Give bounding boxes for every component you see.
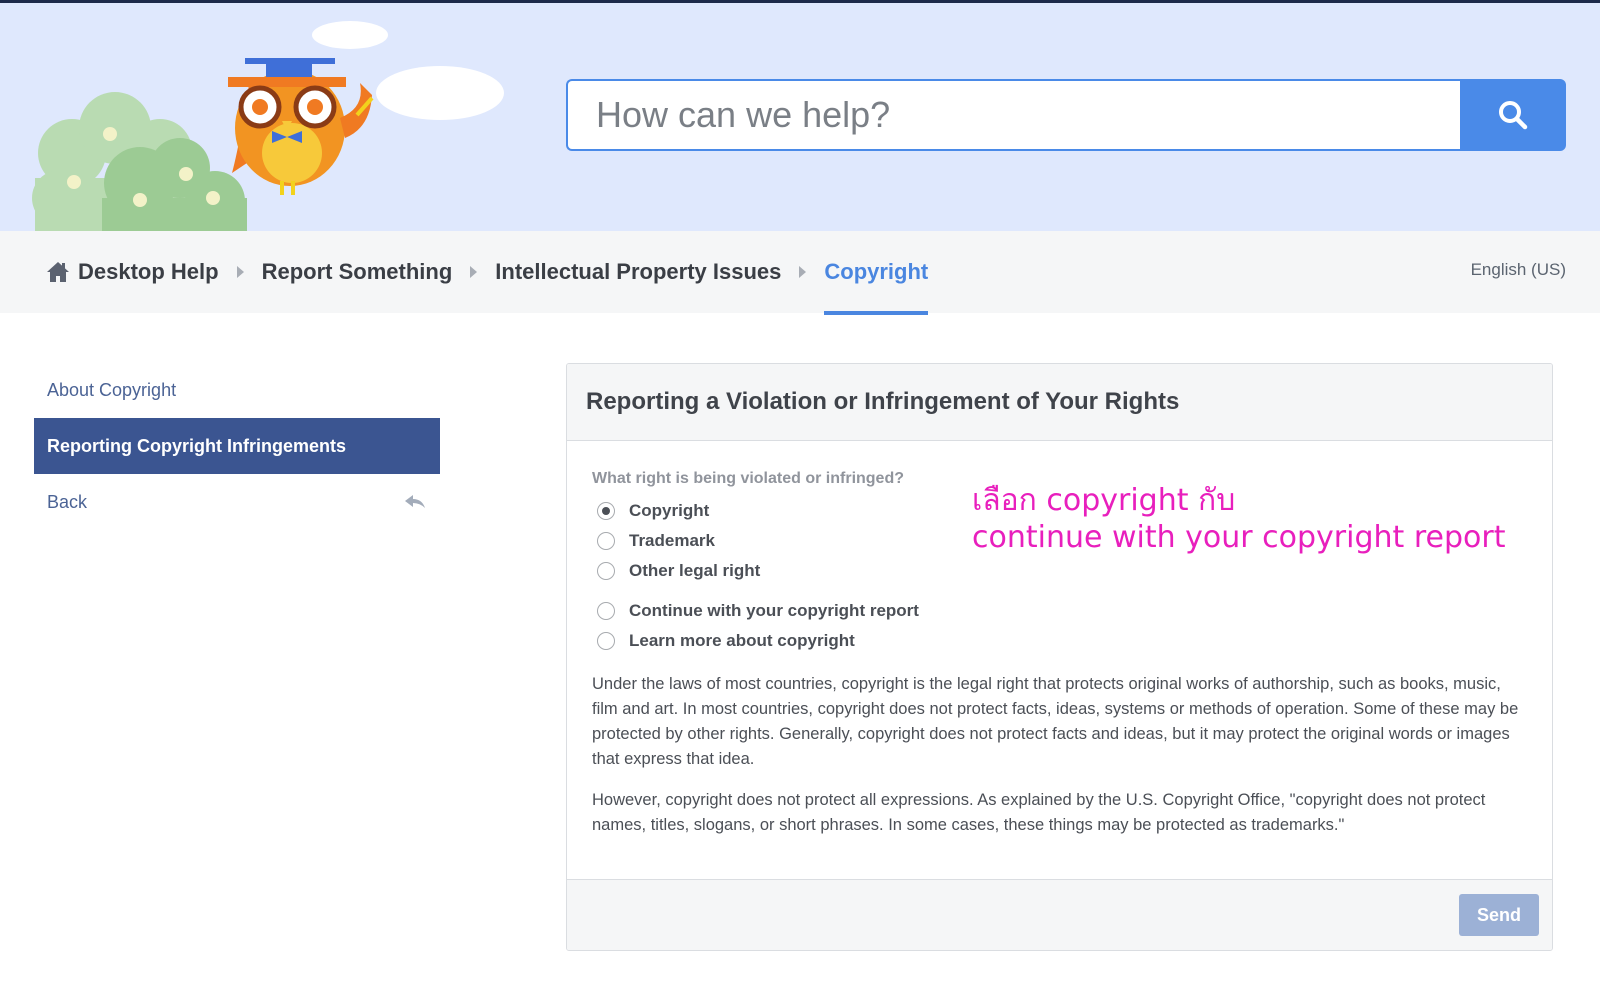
breadcrumb-bar: Desktop Help Report Something Intellectu… (0, 231, 1600, 315)
handwritten-annotation: เลือก copyright กับ continue with your c… (972, 482, 1505, 556)
annotation-line-1: เลือก copyright กับ (972, 483, 1236, 518)
radio-button[interactable] (597, 562, 615, 580)
annotation-line-2: continue with your copyright report (972, 520, 1506, 555)
search-input[interactable] (568, 81, 1456, 149)
home-icon (47, 262, 69, 282)
card-header: Reporting a Violation or Infringement of… (567, 364, 1552, 441)
sidebar-item-label: About Copyright (47, 379, 177, 400)
breadcrumb: Desktop Help Report Something Intellectu… (46, 231, 928, 315)
radio-button[interactable] (597, 532, 615, 550)
copyright-limits-paragraph: However, copyright does not protect all … (592, 791, 1486, 834)
breadcrumb-report-something[interactable]: Report Something (262, 259, 453, 285)
sidebar-nav: About Copyright Reporting Copyright Infr… (34, 362, 440, 530)
report-form-card: Reporting a Violation or Infringement of… (566, 363, 1553, 951)
form-title: Reporting a Violation or Infringement of… (586, 388, 1180, 415)
radio-label: Learn more about copyright (629, 631, 855, 650)
hero-banner (0, 3, 1600, 231)
radio-button-selected[interactable] (597, 502, 615, 520)
sidebar-item-about-copyright[interactable]: About Copyright (34, 362, 440, 418)
radio-label: Other legal right (629, 561, 761, 580)
radio-continue-report[interactable]: Continue with your copyright report (597, 601, 919, 621)
sidebar-item-label: Back (47, 491, 88, 512)
radio-label: Copyright (629, 501, 710, 520)
copyright-explanation-paragraph: Under the laws of most countries, copyri… (592, 675, 1519, 768)
breadcrumb-separator-icon (236, 266, 244, 278)
breadcrumb-intellectual-property[interactable]: Intellectual Property Issues (495, 259, 781, 285)
radio-label: Continue with your copyright report (629, 601, 919, 620)
breadcrumb-separator-icon (470, 266, 478, 278)
question-label: What right is being violated or infringe… (592, 470, 904, 487)
search-button[interactable] (1460, 79, 1566, 151)
breadcrumb-desktop-help[interactable]: Desktop Help (78, 259, 219, 285)
radio-copyright[interactable]: Copyright (597, 501, 709, 521)
sidebar-item-reporting-infringements[interactable]: Reporting Copyright Infringements (34, 418, 440, 474)
back-arrow-icon (405, 495, 425, 508)
sidebar-item-back[interactable]: Back (34, 474, 440, 530)
search-icon (1499, 101, 1528, 130)
radio-label: Trademark (629, 531, 715, 550)
radio-button[interactable] (597, 602, 615, 620)
radio-other-legal-right[interactable]: Other legal right (597, 561, 760, 581)
breadcrumb-copyright[interactable]: Copyright (824, 259, 928, 315)
sidebar-item-label: Reporting Copyright Infringements (47, 435, 346, 456)
breadcrumb-separator-icon (799, 266, 807, 278)
card-footer: Send (567, 879, 1552, 950)
send-button[interactable]: Send (1459, 894, 1539, 936)
owl-mascot-illustration (32, 21, 504, 231)
language-selector[interactable]: English (US) (1471, 260, 1566, 280)
radio-learn-more[interactable]: Learn more about copyright (597, 631, 855, 651)
radio-button[interactable] (597, 632, 615, 650)
radio-trademark[interactable]: Trademark (597, 531, 715, 551)
search-field (566, 79, 1460, 151)
